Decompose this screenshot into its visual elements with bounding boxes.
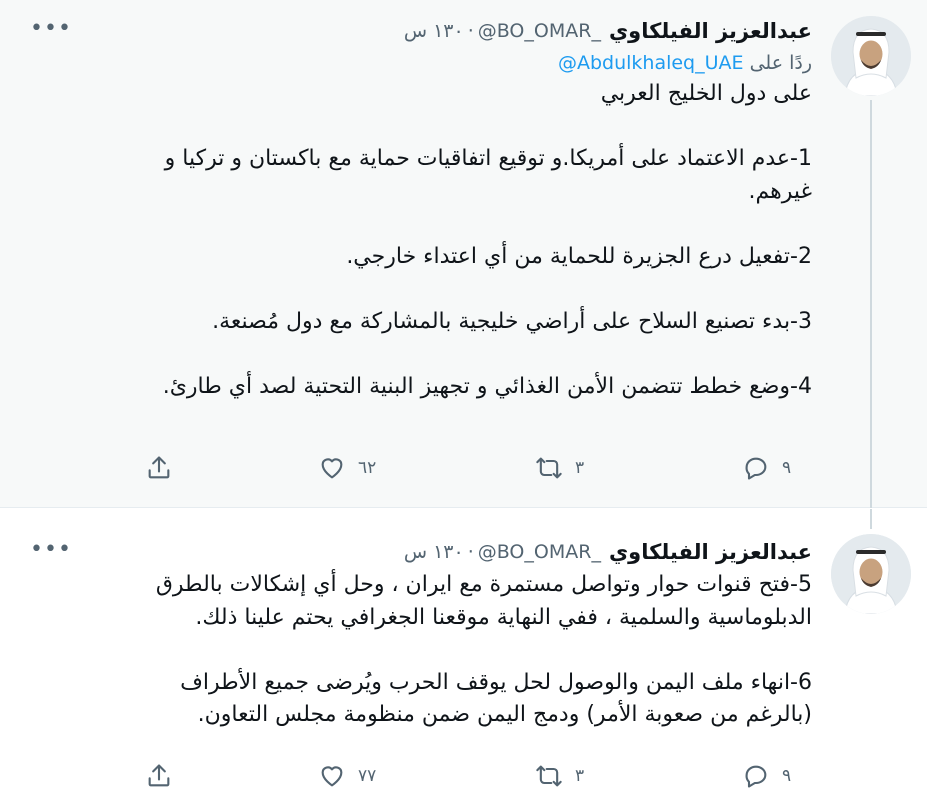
tweet[interactable]: عبدالعزيز الفيلكاوي @BO_OMAR_ · ١٣٠ س ••…: [0, 0, 927, 508]
user-handle[interactable]: @BO_OMAR_: [478, 541, 601, 563]
reply-button[interactable]: ٩: [742, 454, 791, 482]
retweet-count: ٣: [575, 766, 585, 786]
separator-dot: ·: [467, 20, 474, 42]
retweet-button[interactable]: ٣: [535, 762, 584, 790]
tweet-line: الدبلوماسية والسلمية ، ففي النهاية موقعن…: [195, 604, 812, 630]
tweet-line: (بالرغم من صعوبة الأمر) ودمج اليمن ضمن م…: [197, 702, 812, 727]
retweet-button[interactable]: ٣: [535, 454, 584, 482]
tweet-line: غيرهم.: [748, 178, 812, 204]
tweet-header: عبدالعزيز الفيلكاوي @BO_OMAR_ · ١٣٠ س: [30, 14, 812, 48]
timestamp[interactable]: ١٣٠ س: [404, 541, 464, 563]
replying-to: ردًا على @Abdulkhaleq_UAE: [30, 48, 812, 78]
display-name[interactable]: عبدالعزيز الفيلكاوي: [609, 540, 812, 564]
retweet-icon: [536, 457, 562, 479]
tweet-line: 3-بدء تصنيع السلاح على أراضي خليجية بالم…: [212, 308, 812, 334]
tweet-line: 4-وضع خطط تتضمن الأمن الغذائي و تجهيز ال…: [162, 373, 812, 399]
tweet-text: 5-فتح قنوات حوار وتواصل مستمرة مع ايران …: [30, 569, 812, 732]
share-icon: [148, 456, 170, 479]
tweet-content: عبدالعزيز الفيلكاوي @BO_OMAR_ · ١٣٠ س ••…: [30, 14, 812, 403]
retweet-count: ٣: [575, 458, 585, 478]
reply-button[interactable]: ٩: [742, 762, 791, 790]
tweet-header: عبدالعزيز الفيلكاوي @BO_OMAR_ · ١٣٠ س: [30, 535, 812, 569]
tweet-line: 6-انهاء ملف اليمن والوصول لحل يوقف الحرب…: [180, 669, 812, 695]
mention-link[interactable]: @Abdulkhaleq_UAE: [558, 52, 744, 74]
avatar-image: [831, 16, 911, 96]
share-button[interactable]: [145, 454, 173, 482]
timestamp[interactable]: ١٣٠ س: [404, 20, 464, 42]
reply-icon: [745, 765, 767, 788]
thread-line: [870, 100, 872, 508]
like-icon: [321, 458, 343, 479]
thread-line: [870, 509, 872, 529]
tweet-line: 2-تفعيل درع الجزيرة للحماية من أي اعتداء…: [346, 243, 812, 269]
share-button[interactable]: [145, 762, 173, 790]
reply-count: ٩: [782, 458, 792, 478]
like-count: ٧٧: [358, 766, 377, 786]
like-button[interactable]: ٦٢: [318, 454, 376, 482]
like-icon: [321, 766, 343, 787]
share-icon: [148, 764, 170, 787]
more-icon[interactable]: •••: [30, 16, 72, 41]
like-button[interactable]: ٧٧: [318, 762, 376, 790]
avatar[interactable]: [831, 16, 911, 96]
avatar-image: [831, 534, 911, 614]
display-name[interactable]: عبدالعزيز الفيلكاوي: [609, 19, 812, 43]
retweet-icon: [536, 765, 562, 787]
tweet-actions: ٩ ٣ ٧٧: [0, 762, 927, 792]
user-handle[interactable]: @BO_OMAR_: [478, 20, 601, 42]
reply-icon: [745, 457, 767, 480]
separator-dot: ·: [467, 541, 474, 563]
tweet-text: على دول الخليج العربي 1-عدم الاعتماد على…: [30, 78, 812, 403]
avatar[interactable]: [831, 534, 911, 614]
tweet-line: على دول الخليج العربي: [600, 81, 812, 106]
reply-count: ٩: [782, 766, 792, 786]
tweet[interactable]: عبدالعزيز الفيلكاوي @BO_OMAR_ · ١٣٠ س ••…: [0, 509, 927, 802]
tweet-line: 5-فتح قنوات حوار وتواصل مستمرة مع ايران …: [155, 572, 812, 597]
like-count: ٦٢: [358, 458, 377, 478]
replying-prefix: ردًا على: [749, 52, 812, 74]
tweet-content: عبدالعزيز الفيلكاوي @BO_OMAR_ · ١٣٠ س ••…: [30, 535, 812, 732]
tweet-actions: ٩ ٣ ٦٢: [0, 454, 927, 484]
tweet-line: 1-عدم الاعتماد على أمريكا.و توقيع اتفاقي…: [164, 146, 812, 171]
more-icon[interactable]: •••: [30, 537, 72, 562]
